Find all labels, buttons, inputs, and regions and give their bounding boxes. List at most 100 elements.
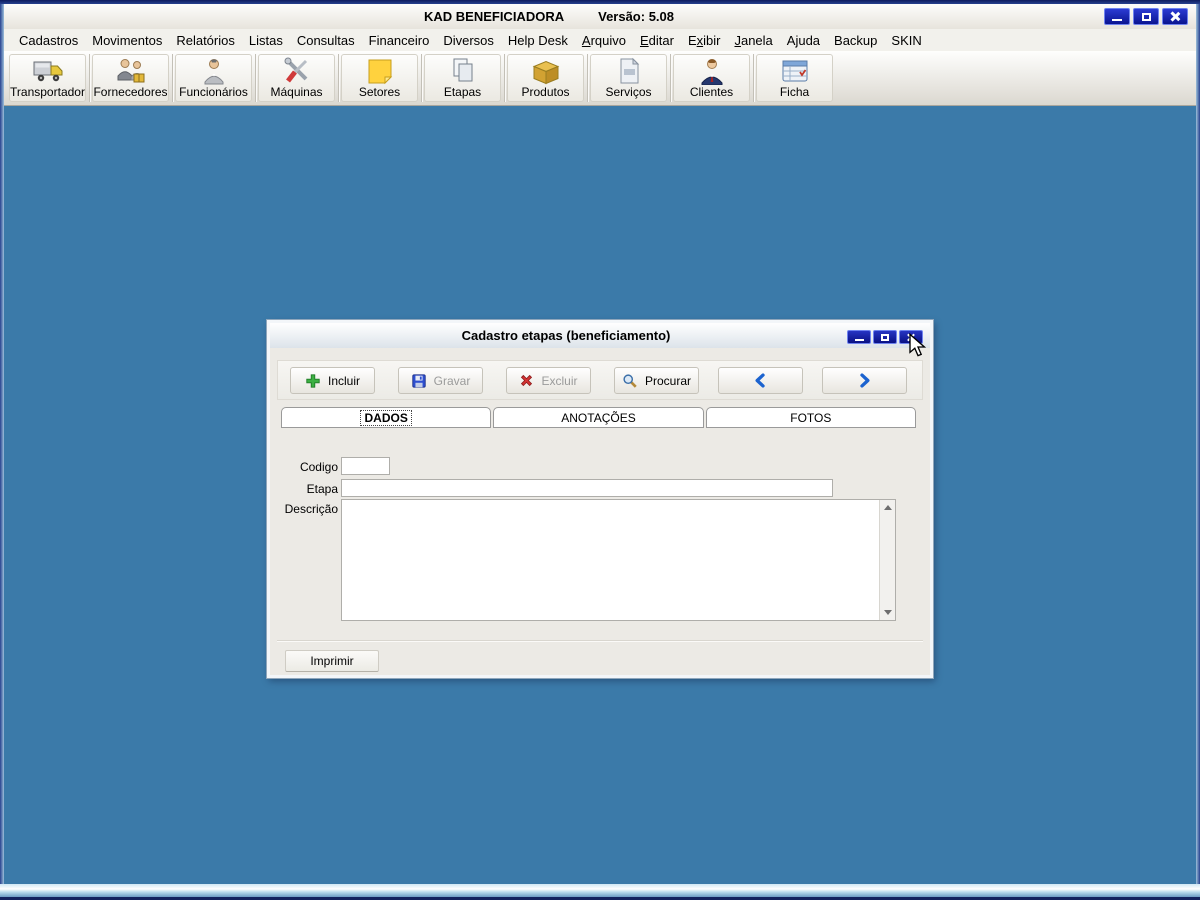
menu-cadastros[interactable]: Cadastros [12,31,85,50]
suppliers-people-icon [117,59,144,83]
tab-label: FOTOS [790,410,832,425]
maximize-icon [881,333,889,341]
menu-consultas[interactable]: Consultas [290,31,362,50]
toolbar-separator [504,54,505,102]
dialog-close-button[interactable] [899,330,923,344]
codigo-input[interactable] [341,457,390,475]
dialog-tabstrip: DADOS ANOTAÇÕES FOTOS [281,407,916,428]
menu-financeiro[interactable]: Financeiro [362,31,437,50]
tab-fotos[interactable]: FOTOS [705,407,916,428]
scroll-down-icon[interactable] [880,605,896,620]
menu-janela[interactable]: Janela [727,31,779,50]
toolbar-separator [670,54,671,102]
app-window: KAD BENEFICIADORA Versão: 5.08 Cadastros … [0,0,1200,900]
cadastro-etapas-dialog: Cadastro etapas (beneficiamento) Incluir [267,320,933,678]
menu-exibir[interactable]: Exibir [681,31,728,50]
menu-ajuda[interactable]: Ajuda [780,31,827,50]
toolbar-separator [421,54,422,102]
descricao-label: Descrição [284,502,338,516]
tab-dados[interactable]: DADOS [281,407,492,428]
dialog-window-controls [847,330,923,344]
toolbar-separator [587,54,588,102]
toolbar-label: Setores [358,85,401,99]
close-icon [907,333,916,342]
minimize-icon [854,338,864,341]
toolbar-label: Clientes [689,85,734,99]
procurar-button[interactable]: Procurar [614,367,699,394]
toolbar-funcionarios-button[interactable]: Funcionários [175,54,252,102]
menu-arquivo[interactable]: Arquivo [575,31,633,50]
toolbar-separator [255,54,256,102]
toolbar-label: Ficha [779,85,810,99]
incluir-button[interactable]: Incluir [290,367,375,394]
employee-person-icon [204,59,223,85]
toolbar-maquinas-button[interactable]: Máquinas [258,54,335,102]
menu-relatorios[interactable]: Relatórios [169,31,242,50]
imprimir-label: Imprimir [310,654,354,668]
etapa-input[interactable] [341,479,833,497]
toolbar-setores-button[interactable]: Setores [341,54,418,102]
incluir-label: Incluir [327,373,360,388]
close-icon [1170,11,1181,22]
menu-skin[interactable]: SKIN [884,31,928,50]
toolbar-ficha-button[interactable]: Ficha [756,54,833,102]
menubar: Cadastros Movimentos Relatórios Listas C… [4,29,1196,51]
gravar-label: Gravar [433,373,471,388]
tab-label: ANOTAÇÕES [561,410,636,425]
tools-icon [284,57,307,83]
plus-icon [306,373,320,388]
imprimir-button[interactable]: Imprimir [285,650,379,672]
minimize-button[interactable] [1104,8,1130,25]
codigo-label: Codigo [299,460,338,474]
dialog-title: Cadastro etapas (beneficiamento) [461,328,671,343]
toolbar-separator [753,54,754,102]
minimize-icon [1112,18,1122,21]
client-person-icon [701,59,722,85]
toolbar-label: Funcionários [179,85,248,99]
floppy-icon [411,373,426,388]
main-titlebar[interactable]: KAD BENEFICIADORA Versão: 5.08 [4,4,1196,29]
toolbar-etapas-button[interactable]: Etapas [424,54,501,102]
toolbar-clientes-button[interactable]: Clientes [673,54,750,102]
maximize-icon [1141,12,1151,21]
toolbar-servicos-button[interactable]: Serviços [590,54,667,102]
scroll-up-icon[interactable] [880,500,896,515]
record-card-icon [782,60,807,82]
menu-editar[interactable]: Editar [633,31,681,50]
excluir-button[interactable]: Excluir [506,367,591,394]
toolbar-fornecedores-button[interactable]: Fornecedores [92,54,169,102]
menu-movimentos[interactable]: Movimentos [85,31,169,50]
main-toolbar: Transportador Fornecedores Funcionários [4,51,1196,106]
mdi-client-area: Cadastro etapas (beneficiamento) Incluir [4,107,1196,884]
descricao-scrollbar[interactable] [879,500,895,620]
toolbar-transportador-button[interactable]: Transportador [9,54,86,102]
close-button[interactable] [1162,8,1188,25]
tab-anotacoes[interactable]: ANOTAÇÕES [493,407,704,428]
menu-listas[interactable]: Listas [242,31,290,50]
menu-help-desk[interactable]: Help Desk [501,31,575,50]
window-bottom-strip [0,884,1200,897]
red-x-icon [521,374,533,387]
excluir-label: Excluir [541,373,578,388]
toolbar-label: Transportador [10,85,85,99]
next-record-button[interactable] [822,367,907,394]
menu-backup[interactable]: Backup [827,31,884,50]
toolbar-label: Etapas [443,85,482,99]
menu-diversos[interactable]: Diversos [436,31,501,50]
version-label: Versão: 5.08 [598,9,674,24]
gravar-button[interactable]: Gravar [398,367,483,394]
document-icon [620,57,639,84]
truck-icon [33,61,62,82]
descricao-textarea[interactable] [341,499,896,621]
dialog-titlebar[interactable]: Cadastro etapas (beneficiamento) [270,323,930,348]
toolbar-separator [89,54,90,102]
toolbar-produtos-button[interactable]: Produtos [507,54,584,102]
maximize-button[interactable] [1133,8,1159,25]
toolbar-label: Produtos [521,85,570,99]
previous-record-button[interactable] [718,367,803,394]
toolbar-label: Fornecedores [93,85,168,99]
dialog-maximize-button[interactable] [873,330,897,344]
window-border-right [1196,4,1200,884]
dialog-minimize-button[interactable] [847,330,871,344]
etapa-label: Etapa [306,482,338,496]
